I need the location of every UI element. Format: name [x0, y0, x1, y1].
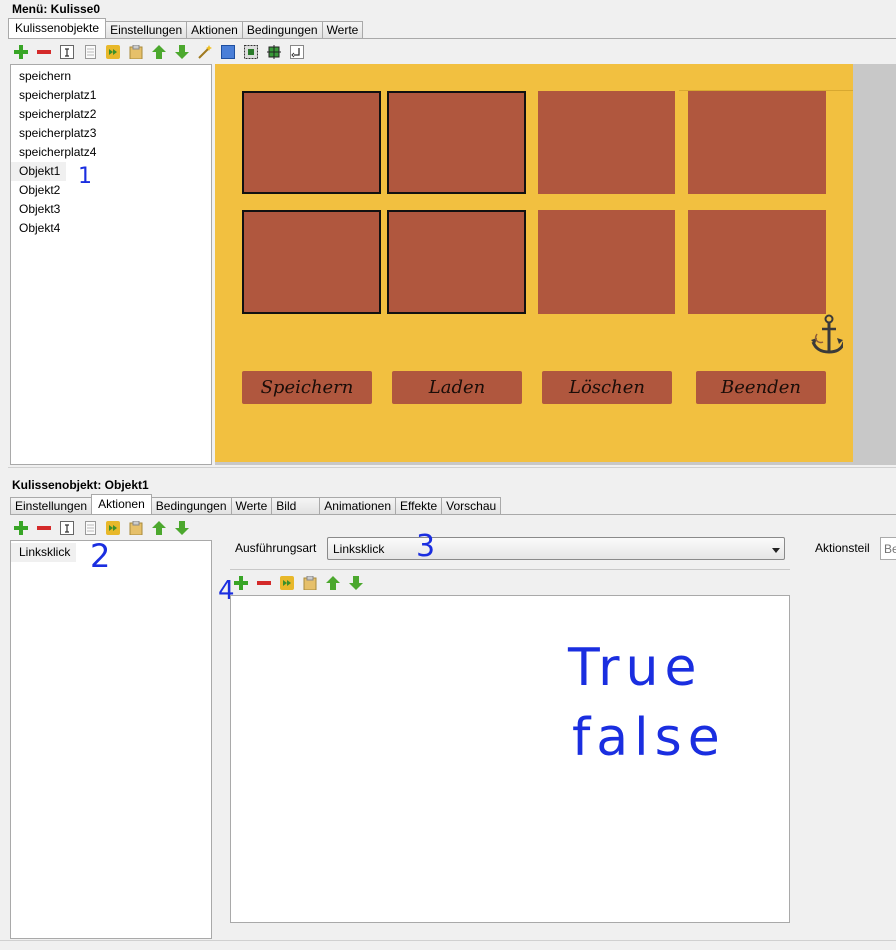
slot-card[interactable]: [538, 210, 675, 314]
annotation-1: 1: [78, 164, 92, 189]
remove-icon[interactable]: [36, 520, 52, 536]
tab-aktionen[interactable]: Aktionen: [186, 21, 243, 38]
copy-icon[interactable]: [82, 520, 98, 536]
move-up-icon[interactable]: [151, 44, 167, 60]
slot-card[interactable]: [688, 91, 826, 194]
bottom-border: [0, 940, 896, 941]
action-toolbar: [233, 574, 364, 592]
move-down-icon[interactable]: [348, 575, 364, 591]
remove-icon[interactable]: [36, 44, 52, 60]
move-down-icon[interactable]: [174, 44, 190, 60]
action-part-field[interactable]: [880, 537, 896, 560]
list-item[interactable]: speicherplatz1: [11, 86, 211, 105]
annotation-false: false: [572, 708, 726, 768]
scene-object-list: speichern speicherplatz1 speicherplatz2 …: [10, 64, 212, 465]
scene-toolbar: [13, 43, 305, 61]
copy-icon[interactable]: [82, 44, 98, 60]
list-item[interactable]: Objekt4: [11, 219, 211, 238]
list-item[interactable]: speicherplatz3: [11, 124, 211, 143]
beenden-button[interactable]: Beenden: [696, 371, 826, 404]
tab-bild[interactable]: Bild: [271, 497, 321, 514]
tab-vorschau[interactable]: Vorschau: [441, 497, 502, 514]
paste-icon[interactable]: [128, 44, 144, 60]
add-icon[interactable]: [233, 575, 249, 591]
execution-label: Ausführungsart: [235, 541, 317, 555]
execution-select[interactable]: Linksklick: [327, 537, 785, 560]
annotation-3: 3: [416, 529, 436, 564]
add-icon[interactable]: [13, 44, 29, 60]
laden-button[interactable]: Laden: [392, 371, 522, 404]
move-down-icon[interactable]: [174, 520, 190, 536]
execution-select-value: Linksklick: [333, 541, 385, 556]
object-title: Kulissenobjekt: Objekt1: [12, 478, 149, 492]
list-item[interactable]: speicherplatz2: [11, 105, 211, 124]
slot-card[interactable]: [538, 91, 675, 194]
slot-card[interactable]: [688, 210, 826, 314]
tab-animationen[interactable]: Animationen: [319, 497, 397, 514]
image-icon[interactable]: [279, 575, 295, 591]
list-item-selected[interactable]: Linksklick: [11, 543, 77, 562]
event-toolbar: [13, 519, 190, 537]
move-up-icon[interactable]: [325, 575, 341, 591]
slot-card[interactable]: [387, 91, 526, 194]
scene-tabs: Kulissenobjekte Einstellungen Aktionen B…: [8, 18, 364, 38]
tab-einstellungen[interactable]: Einstellungen: [10, 497, 93, 514]
rename-icon[interactable]: [59, 520, 75, 536]
scene-preview-area: Speichern Laden Löschen Beenden: [215, 64, 896, 465]
list-item[interactable]: Objekt2: [11, 181, 211, 200]
wand-icon[interactable]: [197, 44, 213, 60]
image-icon[interactable]: [105, 520, 121, 536]
list-item[interactable]: Objekt3: [11, 200, 211, 219]
move-up-icon[interactable]: [151, 520, 167, 536]
chevron-down-icon: [772, 542, 780, 556]
rotate-icon[interactable]: [289, 44, 305, 60]
rename-icon[interactable]: [59, 44, 75, 60]
remove-icon[interactable]: [256, 575, 272, 591]
object-tabs: Einstellungen Aktionen Bedingungen Werte…: [10, 494, 502, 514]
action-part-label: Aktionsteil: [815, 541, 870, 555]
list-item-selected[interactable]: Objekt1: [11, 162, 67, 181]
tab-bedingungen[interactable]: Bedingungen: [150, 497, 232, 514]
event-list: Linksklick: [10, 540, 212, 939]
separator: [230, 569, 790, 570]
speichern-button[interactable]: Speichern: [242, 371, 372, 404]
tab-aktionen[interactable]: Aktionen: [91, 494, 152, 514]
slot-card[interactable]: [242, 210, 381, 314]
image-icon[interactable]: [105, 44, 121, 60]
annotation-2: 2: [90, 537, 111, 575]
list-item[interactable]: speichern: [11, 67, 211, 86]
tab-divider: [10, 514, 896, 515]
tab-einstellungen[interactable]: Einstellungen: [105, 21, 188, 38]
tab-bedingungen[interactable]: Bedingungen: [241, 21, 323, 38]
tab-effekte[interactable]: Effekte: [395, 497, 443, 514]
add-icon[interactable]: [13, 520, 29, 536]
slot-card[interactable]: [387, 210, 526, 314]
loeschen-button[interactable]: Löschen: [542, 371, 672, 404]
tab-divider: [8, 38, 896, 39]
splitter[interactable]: [8, 467, 896, 468]
scene-title: Menü: Kulisse0: [12, 2, 101, 16]
crosshair-icon[interactable]: [266, 44, 282, 60]
annotation-true: True: [568, 638, 703, 698]
tab-werte[interactable]: Werte: [230, 497, 273, 514]
scene-canvas[interactable]: Speichern Laden Löschen Beenden: [215, 64, 853, 462]
select-rect-icon[interactable]: [220, 44, 236, 60]
tab-werte[interactable]: Werte: [321, 21, 364, 38]
paste-icon[interactable]: [128, 520, 144, 536]
tab-kulissenobjekte[interactable]: Kulissenobjekte: [8, 18, 107, 38]
select-dashed-icon[interactable]: [243, 44, 259, 60]
paste-icon[interactable]: [302, 575, 318, 591]
slot-card[interactable]: [242, 91, 381, 194]
list-item[interactable]: speicherplatz4: [11, 143, 211, 162]
anchor-icon[interactable]: [809, 314, 846, 356]
